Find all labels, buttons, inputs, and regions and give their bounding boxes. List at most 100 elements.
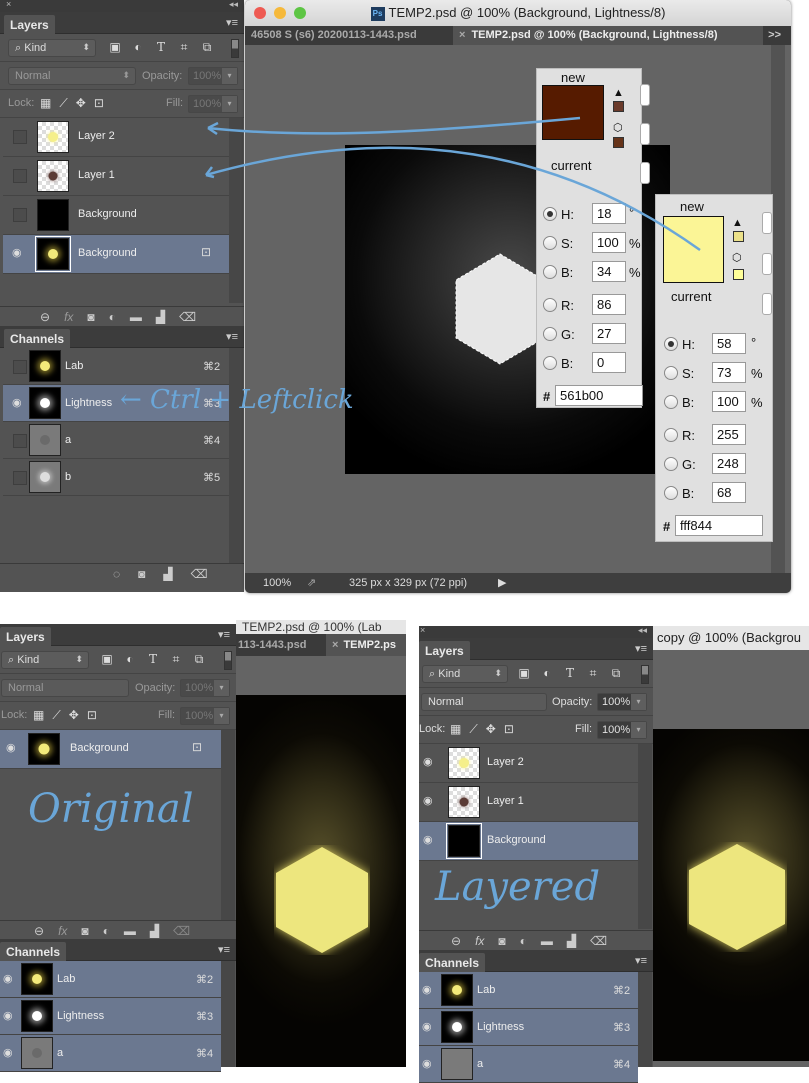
fill-field[interactable]: 100% ▾ <box>188 95 238 113</box>
trash-icon[interactable]: ⌫ <box>173 924 190 938</box>
share-icon[interactable]: ⇗ <box>307 576 316 589</box>
g-field[interactable]: 27 <box>592 323 626 344</box>
trash-icon[interactable]: ⌫ <box>179 310 196 324</box>
picker-button-stub[interactable] <box>762 212 772 234</box>
panel-menu-icon[interactable]: ▾≡ <box>226 330 238 343</box>
gamut-swatch[interactable] <box>613 101 624 112</box>
eye-icon[interactable]: ◉ <box>12 246 26 260</box>
layer-row-selected[interactable]: ◉ Background ⊡ <box>3 235 229 274</box>
channels-scrollbar[interactable] <box>229 348 243 563</box>
status-menu-arrow[interactable]: ▶ <box>498 576 506 589</box>
radio-h[interactable] <box>543 207 557 221</box>
lock-pixels-icon[interactable]: ⟋ <box>59 96 67 111</box>
filter-toggle[interactable] <box>231 39 239 58</box>
layers-scrollbar[interactable] <box>221 730 235 920</box>
minimize-window-button[interactable] <box>274 7 286 19</box>
radio-g[interactable] <box>543 327 557 341</box>
radio-g[interactable] <box>664 457 678 471</box>
type-filter-icon[interactable]: T <box>563 666 577 681</box>
filter-toggle[interactable] <box>224 651 232 670</box>
filter-toggle[interactable] <box>641 665 649 684</box>
blend-mode-select[interactable]: Normal <box>421 693 547 711</box>
trash-icon[interactable]: ⌫ <box>191 567 208 581</box>
picker-button-stub[interactable] <box>640 123 650 145</box>
lock-pixels-icon[interactable]: ⟋ <box>52 708 60 723</box>
tab-channels[interactable]: Channels <box>419 953 486 972</box>
eye-icon[interactable]: ◉ <box>3 1009 17 1023</box>
dropdown-icon[interactable]: ▾ <box>214 708 229 724</box>
visibility-toggle[interactable] <box>13 360 27 374</box>
adjustment-filter-icon[interactable]: ◐ <box>540 666 554 681</box>
visibility-toggle[interactable] <box>13 130 27 144</box>
channels-scrollbar[interactable] <box>638 972 652 1067</box>
web-safe-swatch[interactable] <box>733 269 744 280</box>
layers-scrollbar[interactable] <box>638 744 652 929</box>
image-filter-icon[interactable]: ▣ <box>517 666 531 681</box>
r-field[interactable]: 86 <box>592 294 626 315</box>
blend-mode-select[interactable]: Normal <box>1 679 129 697</box>
lock-position-icon[interactable]: ✥ <box>69 708 79 723</box>
channel-row-selected[interactable]: ◉ a ⌘4 <box>0 1035 221 1072</box>
visibility-toggle[interactable] <box>13 169 27 183</box>
channel-row-selected[interactable]: ◉ Lightness ⌘3 <box>0 998 221 1035</box>
doc-tab-active[interactable]: × TEMP2.ps <box>326 634 406 656</box>
radio-r[interactable] <box>543 298 557 312</box>
link-icon[interactable]: ⊖ <box>40 310 50 324</box>
radio-blue[interactable] <box>543 356 557 370</box>
hex-field[interactable]: 561b00 <box>555 385 643 406</box>
eye-icon[interactable]: ◉ <box>12 396 26 410</box>
tabs-overflow-button[interactable]: >> <box>768 26 781 45</box>
load-selection-icon[interactable]: ◌ <box>113 567 120 581</box>
adjustment-layer-icon[interactable]: ◐ <box>109 310 116 324</box>
h-field[interactable]: 58 <box>712 333 746 354</box>
layer-row[interactable]: Layer 2 <box>3 118 229 157</box>
lock-position-icon[interactable]: ✥ <box>486 722 496 737</box>
new-layer-icon[interactable]: ▟ <box>567 934 576 948</box>
channel-row[interactable]: Lab ⌘2 <box>3 348 229 385</box>
g-field[interactable]: 248 <box>712 453 746 474</box>
radio-b[interactable] <box>664 395 678 409</box>
fx-icon[interactable]: fx <box>475 934 484 948</box>
eye-icon[interactable]: ◉ <box>3 972 17 986</box>
tab-layers[interactable]: Layers <box>4 15 55 34</box>
s-field[interactable]: 73 <box>712 362 746 383</box>
visibility-toggle[interactable] <box>13 208 27 222</box>
panel-menu-icon[interactable]: ▾≡ <box>635 954 647 967</box>
radio-r[interactable] <box>664 428 678 442</box>
layer-row[interactable]: ◉ Layer 2 <box>419 744 638 783</box>
radio-s[interactable] <box>664 366 678 380</box>
visibility-toggle[interactable] <box>13 471 27 485</box>
layer-row[interactable]: ◉ Layer 1 <box>419 783 638 822</box>
new-channel-icon[interactable]: ▟ <box>163 567 172 581</box>
eye-icon[interactable]: ◉ <box>423 833 437 847</box>
s-field[interactable]: 100 <box>592 232 626 253</box>
fx-icon[interactable]: fx <box>58 924 67 938</box>
dropdown-icon[interactable]: ▾ <box>631 694 646 710</box>
new-layer-icon[interactable]: ▟ <box>156 310 165 324</box>
radio-blue[interactable] <box>664 486 678 500</box>
canvas-scrollbar[interactable] <box>771 45 785 573</box>
eye-icon[interactable]: ◉ <box>422 983 436 997</box>
collapse-icon[interactable]: ◂◂ <box>638 625 647 636</box>
channels-scrollbar[interactable] <box>221 961 235 1067</box>
close-icon[interactable]: × <box>420 625 425 635</box>
link-icon[interactable]: ⊖ <box>34 924 44 938</box>
shape-filter-icon[interactable]: ⌗ <box>586 666 600 681</box>
layers-scrollbar[interactable] <box>229 118 243 303</box>
collapse-icon[interactable]: ◂◂ <box>229 0 238 10</box>
panel-menu-icon[interactable]: ▾≡ <box>218 943 230 956</box>
panel-menu-icon[interactable]: ▾≡ <box>226 16 238 29</box>
lock-all-icon[interactable]: ⊡ <box>94 96 104 111</box>
lock-transparency-icon[interactable]: ▦ <box>40 96 51 111</box>
shape-filter-icon[interactable]: ⌗ <box>177 40 191 55</box>
channel-row-selected[interactable]: ◉ Lab ⌘2 <box>0 961 221 998</box>
opacity-field[interactable]: 100% ▾ <box>188 67 238 85</box>
add-mask-icon[interactable]: ◙ <box>498 934 505 948</box>
radio-h[interactable] <box>664 337 678 351</box>
new-layer-icon[interactable]: ▟ <box>150 924 159 938</box>
close-window-button[interactable] <box>254 7 266 19</box>
radio-b[interactable] <box>543 265 557 279</box>
r-field[interactable]: 255 <box>712 424 746 445</box>
type-filter-icon[interactable]: T <box>146 652 160 667</box>
opacity-field[interactable]: 100% ▾ <box>180 679 230 697</box>
